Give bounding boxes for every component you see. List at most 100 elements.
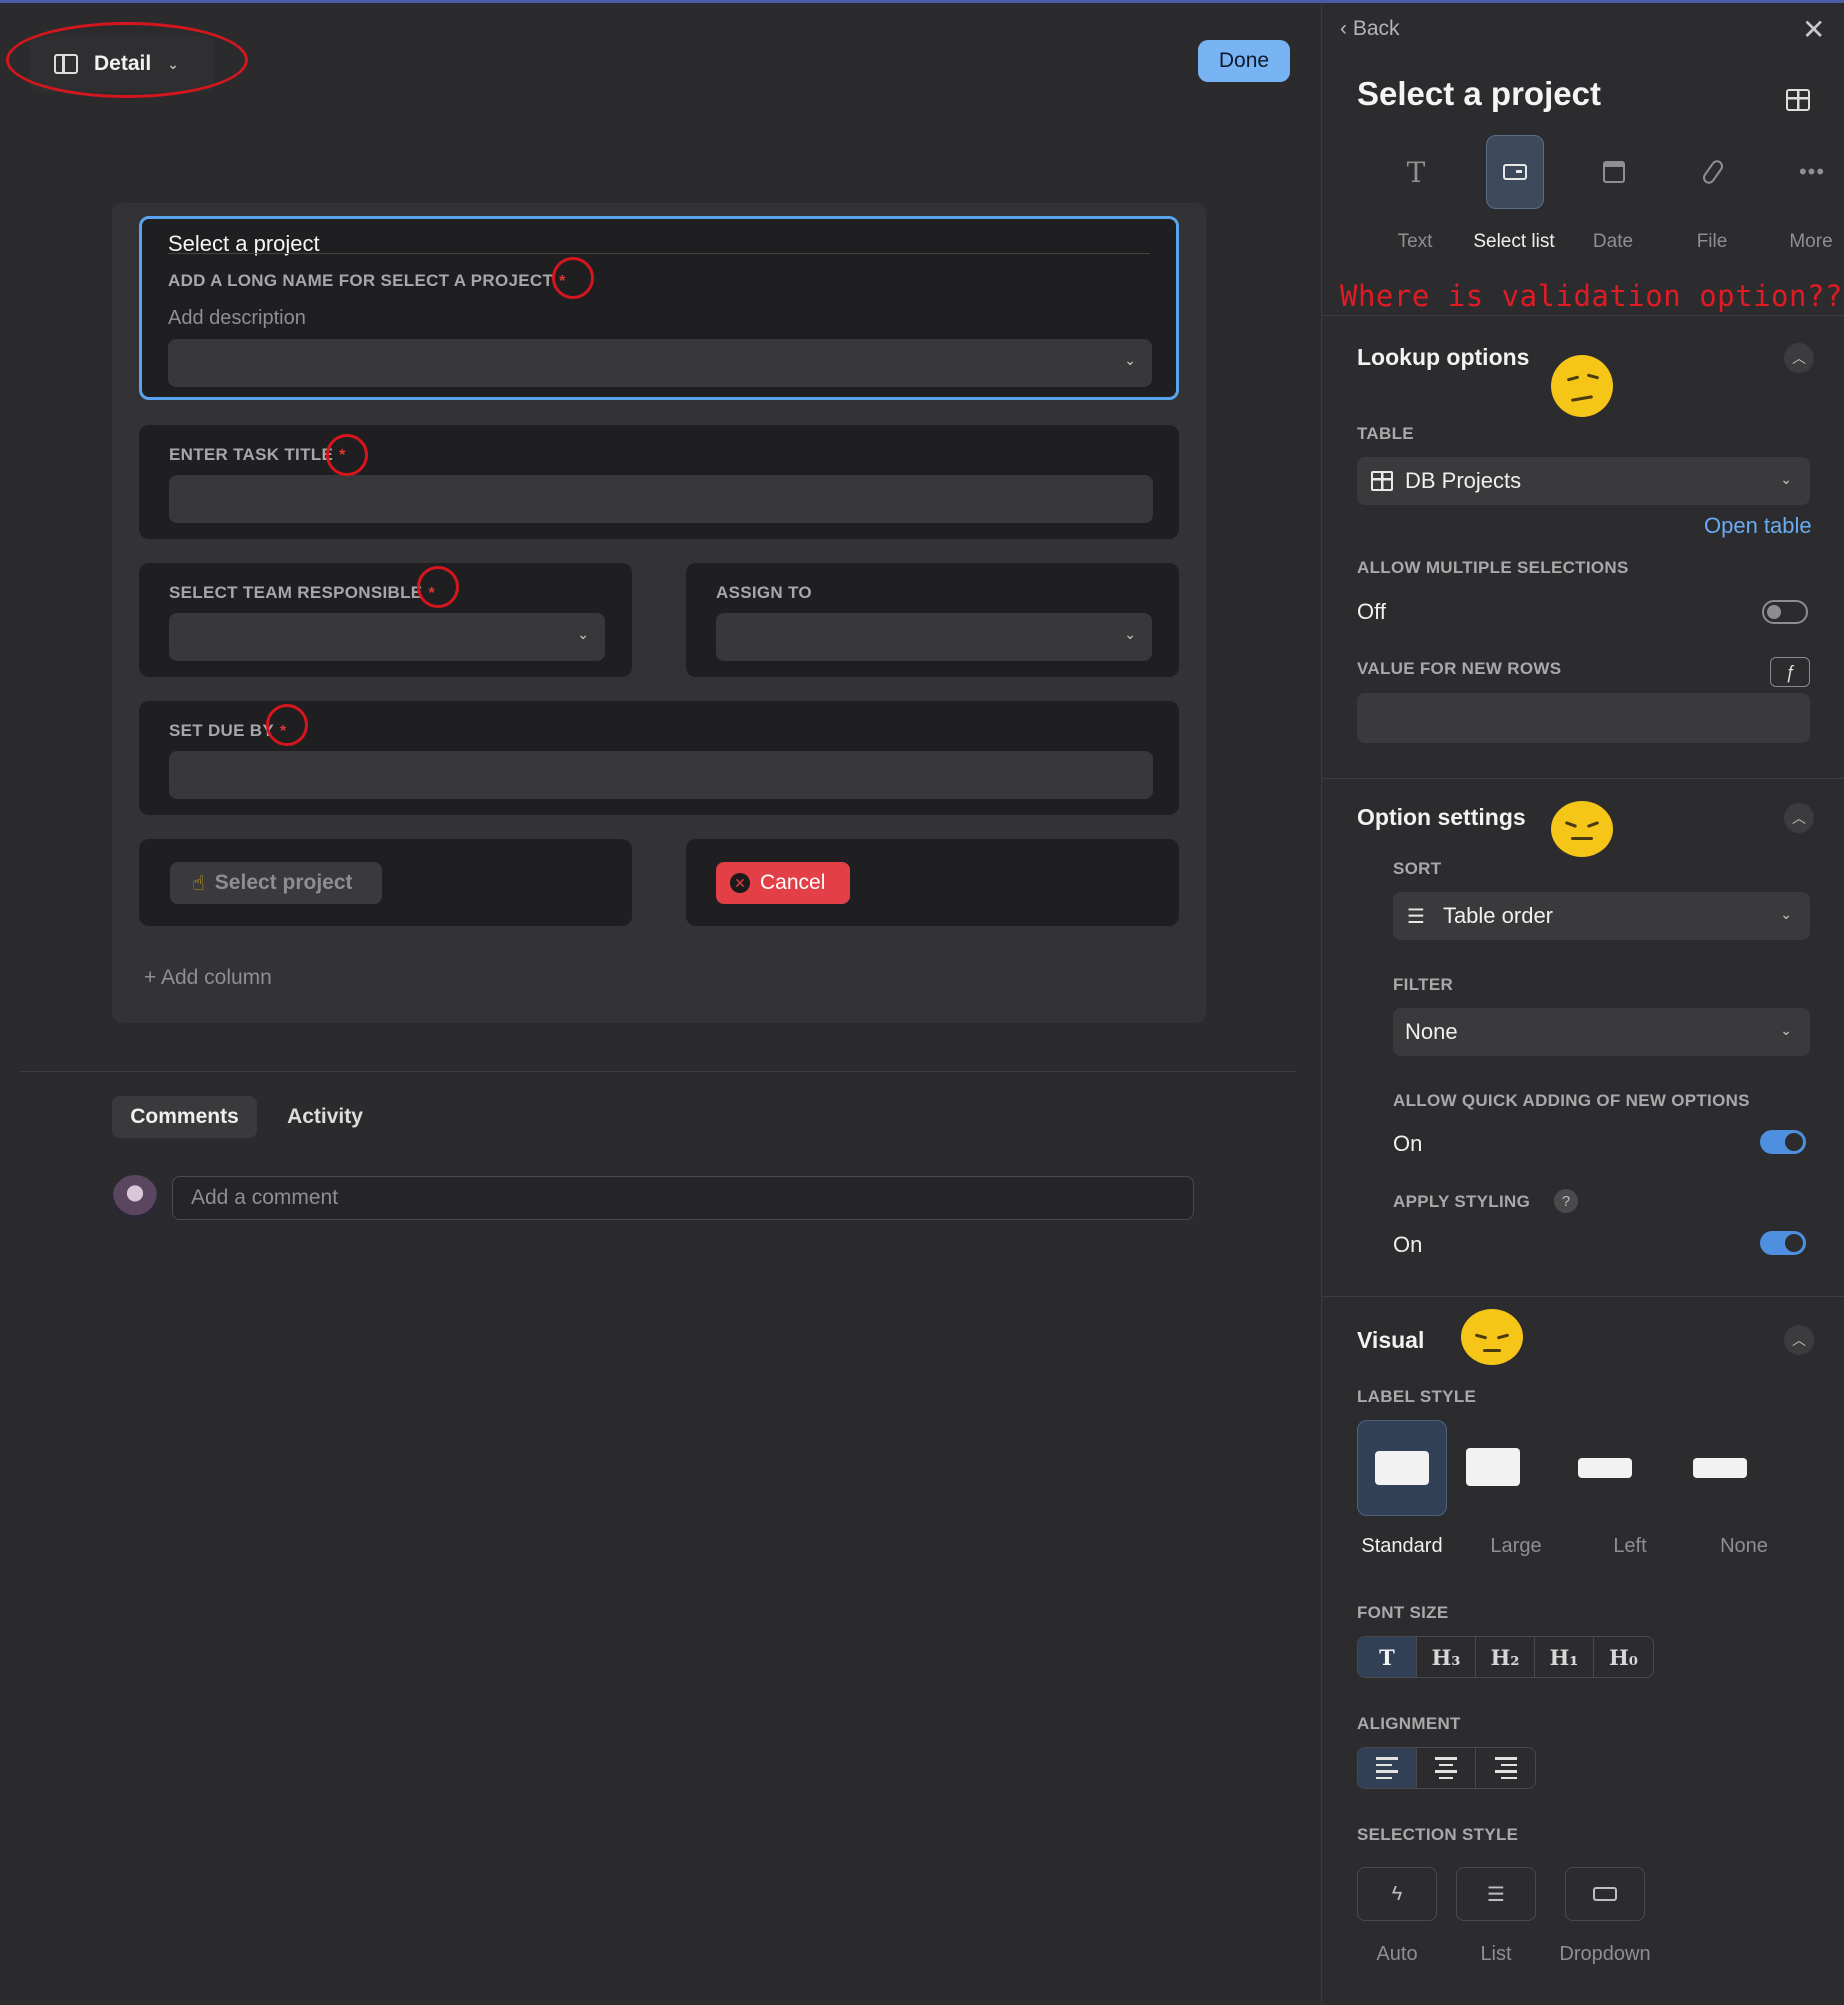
assign-dropdown[interactable]: ⌄ bbox=[716, 613, 1152, 661]
text-icon: T bbox=[1406, 155, 1426, 189]
chevron-down-icon: ⌄ bbox=[1780, 471, 1792, 487]
annotation-ellipse bbox=[6, 22, 248, 98]
annotation-circle bbox=[552, 257, 594, 299]
label-style-standard[interactable] bbox=[1357, 1420, 1447, 1516]
apply-styling-label: APPLY STYLING bbox=[1393, 1192, 1531, 1211]
comment-input[interactable]: Add a comment bbox=[172, 1176, 1194, 1220]
close-circle-icon: ✕ bbox=[730, 873, 750, 893]
alignment-label: ALIGNMENT bbox=[1357, 1714, 1461, 1733]
tab-activity[interactable]: Activity bbox=[272, 1096, 378, 1138]
dropdown-icon bbox=[1593, 1887, 1617, 1901]
field-select-project[interactable]: Select a project ADD A LONG NAME FOR SEL… bbox=[139, 216, 1179, 400]
back-button[interactable]: ‹ Back bbox=[1340, 17, 1400, 41]
field-task-title[interactable]: ENTER TASK TITLE * bbox=[139, 425, 1179, 539]
chevron-down-icon: ⌄ bbox=[1780, 906, 1792, 922]
tab-comments[interactable]: Comments bbox=[112, 1096, 257, 1138]
apply-styling-toggle[interactable] bbox=[1760, 1231, 1806, 1255]
divider bbox=[1322, 778, 1844, 779]
filter-dropdown[interactable]: None ⌄ bbox=[1393, 1008, 1810, 1056]
team-dropdown[interactable]: ⌄ bbox=[169, 613, 605, 661]
sort-value: Table order bbox=[1442, 903, 1554, 928]
list-icon: ☰ bbox=[1487, 1883, 1505, 1906]
help-icon[interactable]: ? bbox=[1554, 1189, 1578, 1213]
field-team[interactable]: SELECT TEAM RESPONSIBLE * ⌄ bbox=[139, 563, 632, 677]
label-style-left[interactable] bbox=[1560, 1420, 1650, 1516]
filter-label: FILTER bbox=[1393, 975, 1454, 994]
chevron-up-icon[interactable]: ︿ bbox=[1784, 803, 1814, 833]
selection-style-auto[interactable]: ϟ bbox=[1357, 1867, 1437, 1921]
chevron-up-icon[interactable]: ︿ bbox=[1784, 343, 1814, 373]
field-label: ASSIGN TO bbox=[716, 583, 812, 602]
divider bbox=[20, 1071, 1296, 1072]
description-placeholder[interactable]: Add description bbox=[168, 307, 306, 330]
annotation-circle bbox=[326, 434, 368, 476]
table-value: DB Projects bbox=[1405, 468, 1522, 493]
align-left-button[interactable] bbox=[1358, 1748, 1417, 1788]
done-button[interactable]: Done bbox=[1198, 40, 1290, 82]
multiple-value: Off bbox=[1357, 599, 1386, 624]
chevron-down-icon: ⌄ bbox=[577, 626, 589, 642]
table-icon[interactable] bbox=[1786, 89, 1810, 111]
font-size-text[interactable]: T bbox=[1358, 1637, 1417, 1677]
formula-button[interactable]: ƒ bbox=[1770, 657, 1810, 687]
label-style-caption: Standard bbox=[1361, 1535, 1443, 1557]
label-style-thumb bbox=[1466, 1448, 1520, 1486]
field-assign[interactable]: ASSIGN TO ⌄ bbox=[686, 563, 1179, 677]
new-rows-value-input[interactable] bbox=[1357, 693, 1810, 743]
select-project-button[interactable]: ☝ Select project bbox=[170, 862, 382, 904]
divider bbox=[1322, 1296, 1844, 1297]
chevron-up-icon[interactable]: ︿ bbox=[1784, 1325, 1814, 1355]
label-style-caption: Left bbox=[1613, 1535, 1647, 1557]
field-type-text[interactable]: T Text bbox=[1385, 135, 1447, 253]
paperclip-icon bbox=[1684, 135, 1742, 209]
table-dropdown[interactable]: DB Projects ⌄ bbox=[1357, 457, 1810, 505]
divider bbox=[1322, 315, 1844, 316]
due-date-input[interactable] bbox=[169, 751, 1153, 799]
quick-add-value: On bbox=[1393, 1131, 1423, 1156]
project-dropdown[interactable]: ⌄ bbox=[168, 339, 1152, 387]
align-center-button[interactable] bbox=[1417, 1748, 1476, 1788]
cancel-button[interactable]: ✕ Cancel bbox=[716, 862, 850, 904]
open-table-link[interactable]: Open table bbox=[1704, 513, 1812, 539]
label-style-thumb bbox=[1693, 1458, 1747, 1478]
divider bbox=[168, 253, 1150, 254]
selection-style-list[interactable]: ☰ bbox=[1456, 1867, 1536, 1921]
align-right-icon bbox=[1494, 1757, 1517, 1779]
lightning-icon: ϟ bbox=[1391, 1882, 1403, 1905]
chevron-down-icon: ⌄ bbox=[1780, 1022, 1792, 1038]
chevron-down-icon: ⌄ bbox=[1124, 626, 1136, 642]
filter-value: None bbox=[1405, 1019, 1458, 1044]
field-type-file[interactable]: File bbox=[1682, 135, 1744, 252]
close-icon[interactable]: ✕ bbox=[1802, 13, 1825, 46]
font-size-h2[interactable]: H₂ bbox=[1476, 1637, 1535, 1677]
selection-style-dropdown[interactable] bbox=[1565, 1867, 1645, 1921]
label-style-thumb bbox=[1375, 1451, 1429, 1485]
align-right-button[interactable] bbox=[1476, 1748, 1535, 1788]
quick-add-toggle[interactable] bbox=[1760, 1130, 1806, 1154]
panel-title: Select a project bbox=[1357, 75, 1601, 112]
label-style-thumb bbox=[1578, 1458, 1632, 1478]
selection-style-caption: Dropdown bbox=[1559, 1943, 1651, 1965]
task-title-input[interactable] bbox=[169, 475, 1153, 523]
field-label: ENTER TASK TITLE * bbox=[169, 445, 346, 464]
field-type-select-list[interactable]: Select list bbox=[1473, 135, 1555, 252]
field-type-more[interactable]: ••• More bbox=[1781, 135, 1843, 252]
font-size-selector: T H₃ H₂ H₁ H₀ bbox=[1357, 1636, 1654, 1678]
align-left-icon bbox=[1376, 1757, 1398, 1779]
sort-dropdown[interactable]: ☰ Table order ⌄ bbox=[1393, 892, 1810, 940]
label-style-large[interactable] bbox=[1446, 1420, 1536, 1516]
font-size-label: FONT SIZE bbox=[1357, 1603, 1449, 1622]
label-style-none[interactable] bbox=[1673, 1420, 1763, 1516]
font-size-h0[interactable]: H₀ bbox=[1594, 1637, 1653, 1677]
align-center-icon bbox=[1435, 1757, 1457, 1779]
multiple-selections-toggle[interactable] bbox=[1762, 600, 1808, 624]
field-type-date[interactable]: Date bbox=[1583, 135, 1645, 252]
font-size-h1[interactable]: H₁ bbox=[1535, 1637, 1594, 1677]
select-list-icon bbox=[1486, 135, 1544, 209]
calendar-icon bbox=[1585, 135, 1643, 209]
add-column-button[interactable]: + Add column bbox=[144, 966, 272, 990]
table-label: TABLE bbox=[1357, 424, 1414, 443]
annotation-circle bbox=[266, 704, 308, 746]
disappointed-face-emoji bbox=[1461, 1309, 1523, 1365]
font-size-h3[interactable]: H₃ bbox=[1417, 1637, 1476, 1677]
